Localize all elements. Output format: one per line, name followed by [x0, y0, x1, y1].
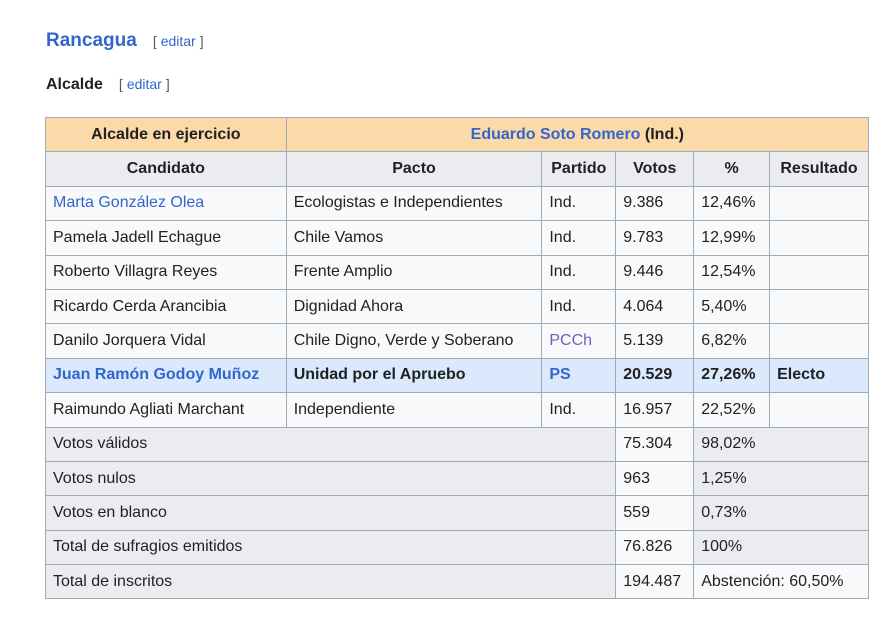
edit-bracket-close: ] [199, 33, 204, 49]
candidate-party: Ind. [541, 220, 617, 256]
election-results-table: Alcalde en ejercicio Eduardo Soto Romero… [44, 116, 870, 600]
winner-row: Juan Ramón Godoy Muñoz Unidad por el Apr… [45, 357, 869, 394]
header-votos: Votos [615, 151, 695, 187]
summary-label: Votos válidos [44, 426, 617, 462]
candidate-votes: 9.446 [615, 254, 695, 290]
candidate-name: Ricardo Cerda Arancibia [45, 288, 287, 325]
section-heading: Rancagua [editar] [46, 30, 204, 52]
summary-percent: 98,02% [693, 426, 869, 462]
summary-votes: 559 [615, 495, 695, 531]
subsection-edit: [editar] [119, 76, 170, 92]
summary-votes: 963 [615, 460, 695, 497]
summary-label: Votos nulos [44, 460, 617, 497]
candidate-party: Ind. [541, 392, 617, 428]
candidate-votes: 9.386 [615, 185, 695, 222]
summary-row-valid: Votos válidos 75.304 98,02% [44, 426, 869, 462]
candidate-pact: Independiente [285, 392, 543, 428]
candidate-percent: 22,52% [693, 392, 771, 428]
candidate-pact: Chile Vamos [285, 220, 543, 256]
candidate-votes: 16.957 [615, 392, 695, 428]
candidate-name: Raimundo Agliati Marchant [45, 392, 287, 428]
candidate-votes: 5.139 [615, 323, 695, 359]
summary-votes: 76.826 [615, 529, 695, 566]
summary-row-blank: Votos en blanco 559 0,73% [44, 495, 869, 531]
summary-percent: 100% [693, 529, 869, 566]
edit-link[interactable]: editar [123, 76, 166, 92]
subsection-title: Alcalde [46, 76, 103, 93]
summary-percent: 1,25% [693, 460, 869, 497]
candidate-percent: 5,40% [693, 288, 771, 325]
candidate-result [769, 323, 869, 359]
candidate-result [769, 254, 869, 290]
winner-party-link[interactable]: PS [541, 357, 617, 394]
candidate-name: Roberto Villagra Reyes [45, 254, 287, 290]
summary-votes: 194.487 [615, 564, 695, 600]
section-title[interactable]: Rancagua [46, 30, 137, 52]
candidate-name-link[interactable]: Marta González Olea [45, 185, 287, 222]
summary-row-null: Votos nulos 963 1,25% [44, 460, 869, 497]
winner-name-link[interactable]: Juan Ramón Godoy Muñoz [45, 357, 287, 394]
candidate-party: Ind. [541, 185, 617, 222]
candidate-row: Ricardo Cerda Arancibia Dignidad Ahora I… [45, 288, 869, 325]
header-candidato: Candidato [45, 151, 287, 187]
summary-label: Total de sufragios emitidos [44, 529, 617, 566]
edit-bracket-close: ] [165, 76, 170, 92]
candidate-name: Pamela Jadell Echague [45, 220, 287, 256]
winner-votes: 20.529 [615, 357, 695, 394]
candidate-votes: 9.783 [615, 220, 695, 256]
summary-row-total-votes: Total de sufragios emitidos 76.826 100% [44, 529, 869, 566]
candidate-result [769, 185, 869, 222]
candidate-pact: Chile Digno, Verde y Soberano [285, 323, 543, 359]
candidate-party: Ind. [541, 288, 617, 325]
header-resultado: Resultado [769, 151, 869, 187]
incumbent-row: Alcalde en ejercicio Eduardo Soto Romero… [45, 116, 870, 153]
summary-label: Votos en blanco [44, 495, 617, 531]
candidate-party: Ind. [541, 254, 617, 290]
candidate-pact: Frente Amplio [285, 254, 543, 290]
summary-row-registered: Total de inscritos 194.487 Abstención: 6… [44, 564, 869, 600]
summary-votes: 75.304 [615, 426, 695, 462]
candidate-party-link[interactable]: PCCh [541, 323, 617, 359]
candidate-percent: 12,54% [693, 254, 771, 290]
winner-pact: Unidad por el Apruebo [285, 357, 543, 394]
candidate-result [769, 288, 869, 325]
header-pacto: Pacto [285, 151, 543, 187]
incumbent-name-link[interactable]: Eduardo Soto Romero [471, 126, 641, 143]
incumbent-party: (Ind.) [644, 125, 684, 143]
candidate-row: Pamela Jadell Echague Chile Vamos Ind. 9… [45, 220, 869, 256]
header-partido: Partido [541, 151, 617, 187]
incumbent-label: Alcalde en ejercicio [45, 116, 287, 153]
candidate-row: Marta González Olea Ecologistas e Indepe… [45, 185, 869, 222]
candidate-row: Raimundo Agliati Marchant Independiente … [45, 392, 869, 428]
header-row: Candidato Pacto Partido Votos % Resultad… [45, 151, 869, 187]
subsection-heading: Alcalde [editar] [46, 76, 170, 94]
summary-percent: 0,73% [693, 495, 869, 531]
candidate-result [769, 220, 869, 256]
candidate-row: Danilo Jorquera Vidal Chile Digno, Verde… [45, 323, 869, 359]
candidate-percent: 12,46% [693, 185, 771, 222]
summary-abstention: Abstención: 60,50% [693, 564, 869, 600]
summary-label: Total de inscritos [44, 564, 617, 600]
winner-percent: 27,26% [693, 357, 771, 394]
candidate-row: Roberto Villagra Reyes Frente Amplio Ind… [45, 254, 869, 290]
candidate-pact: Ecologistas e Independientes [285, 185, 543, 222]
winner-result: Electo [769, 357, 869, 394]
candidate-pact: Dignidad Ahora [285, 288, 543, 325]
header-percent: % [693, 151, 771, 187]
edit-link[interactable]: editar [157, 33, 200, 49]
candidate-result [769, 392, 869, 428]
candidate-name: Danilo Jorquera Vidal [45, 323, 287, 359]
section-edit: [editar] [153, 33, 204, 49]
candidate-percent: 6,82% [693, 323, 771, 359]
candidate-percent: 12,99% [693, 220, 771, 256]
incumbent-cell: Eduardo Soto Romero (Ind.) [285, 116, 870, 153]
candidate-votes: 4.064 [615, 288, 695, 325]
